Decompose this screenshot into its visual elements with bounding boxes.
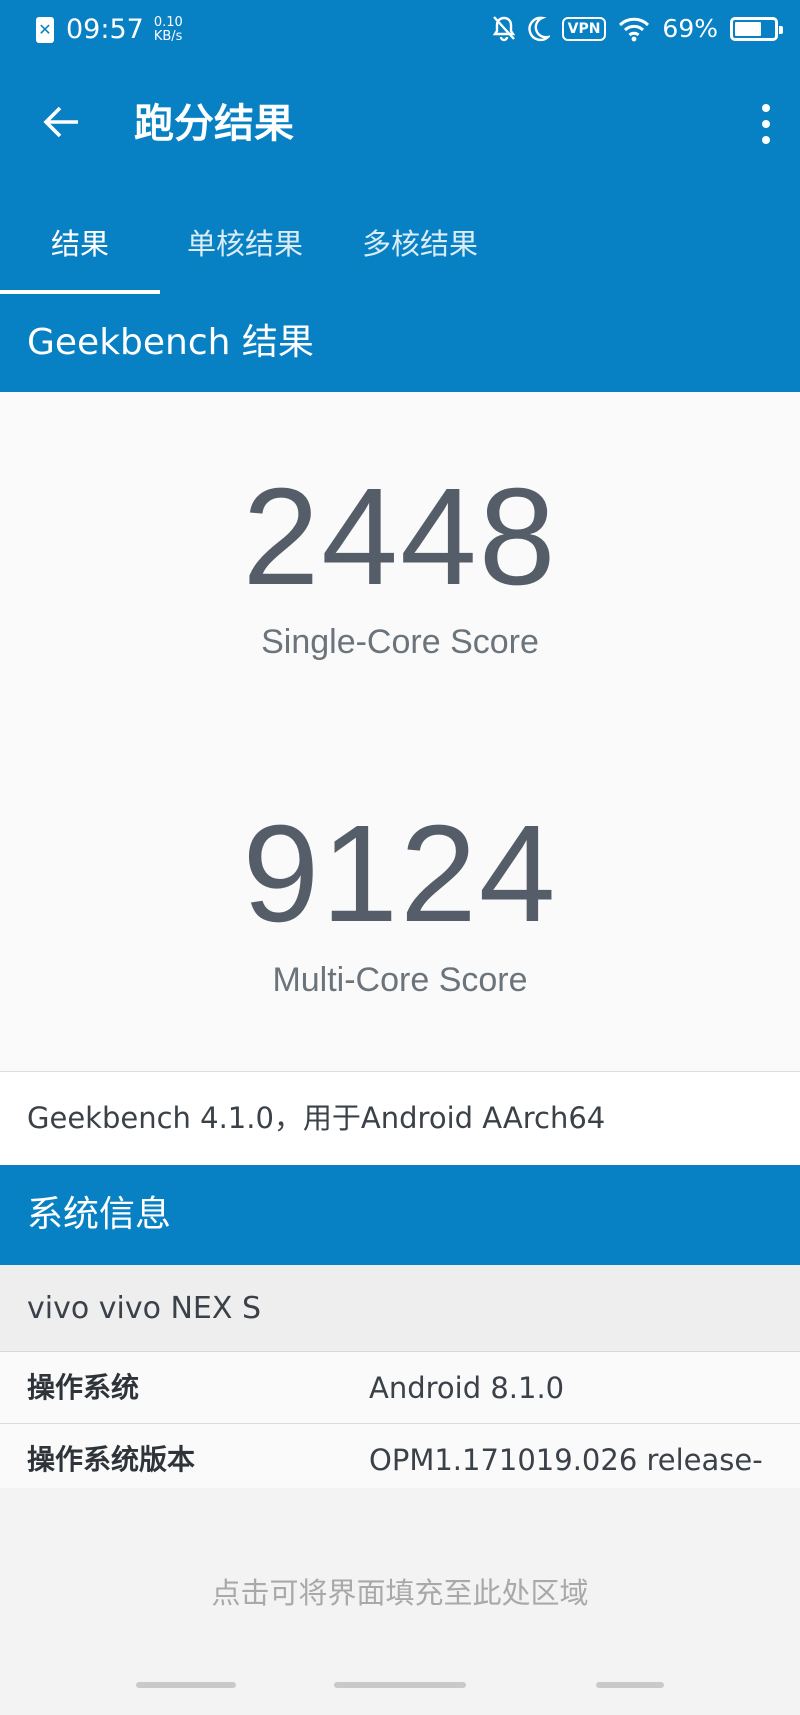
scores-panel: 2448 Single-Core Score 9124 Multi-Core S… [0, 392, 800, 1072]
network-speed: 0.10 KB/s [153, 14, 190, 44]
sim-card-icon: ✕ [36, 16, 54, 43]
info-key: 操作系统版本 [27, 1443, 196, 1476]
single-core-score: 2448 [242, 460, 558, 614]
battery-icon [730, 16, 783, 41]
notifications-off-icon [492, 15, 515, 41]
tab-bar: 结果 单核结果 多核结果 [0, 190, 800, 294]
tab-multi-core-results[interactable]: 多核结果 [330, 190, 510, 294]
more-options-icon[interactable] [758, 104, 774, 144]
nav-menu-gesture[interactable] [136, 1682, 236, 1688]
network-speed-value: 0.10 [153, 14, 183, 30]
nav-back-gesture[interactable] [596, 1682, 664, 1688]
info-key: 操作系统 [27, 1371, 140, 1404]
page-title: 跑分结果 [134, 101, 294, 147]
do-not-disturb-moon-icon [527, 16, 550, 41]
wifi-icon [619, 17, 650, 41]
device-name: vivo vivo NEX S [0, 1265, 800, 1352]
status-bar: ✕ 09:57 0.10 KB/s VPN 69% [0, 0, 800, 60]
geekbench-version: Geekbench 4.1.0，用于Android AArch64 [0, 1072, 800, 1165]
app-bar: 跑分结果 [0, 60, 800, 190]
info-row-os: 操作系统 Android 8.1.0 [0, 1352, 800, 1424]
multi-core-score-label: Multi-Core Score [272, 961, 528, 999]
battery-level-fill [735, 21, 762, 36]
system-info-header: 系统信息 [0, 1165, 800, 1265]
back-arrow-icon[interactable] [40, 100, 84, 144]
geekbench-results-header: Geekbench 结果 [0, 294, 800, 392]
status-time: 09:57 [66, 14, 144, 45]
vpn-icon: VPN [561, 16, 607, 41]
battery-tip [779, 25, 783, 34]
tab-single-core-results[interactable]: 单核结果 [160, 190, 330, 294]
info-row-os-version: 操作系统版本 OPM1.171019.026 release- [0, 1424, 800, 1488]
navigation-bar [0, 1682, 800, 1690]
network-speed-unit: KB/s [153, 28, 183, 44]
status-right: VPN 69% [492, 14, 783, 43]
single-core-score-label: Single-Core Score [261, 623, 539, 661]
info-value: Android 8.1.0 [369, 1371, 565, 1405]
status-left: ✕ 09:57 0.10 KB/s [36, 14, 190, 45]
nav-home-gesture[interactable] [334, 1682, 466, 1688]
multi-core-score: 9124 [242, 797, 558, 951]
info-value: OPM1.171019.026 release- [369, 1443, 763, 1477]
battery-percent: 69% [662, 14, 718, 43]
fill-screen-hint: 点击可将界面填充至此处区域 [211, 1576, 589, 1610]
tab-results[interactable]: 结果 [0, 190, 160, 294]
fill-screen-area[interactable]: 点击可将界面填充至此处区域 [0, 1488, 800, 1715]
